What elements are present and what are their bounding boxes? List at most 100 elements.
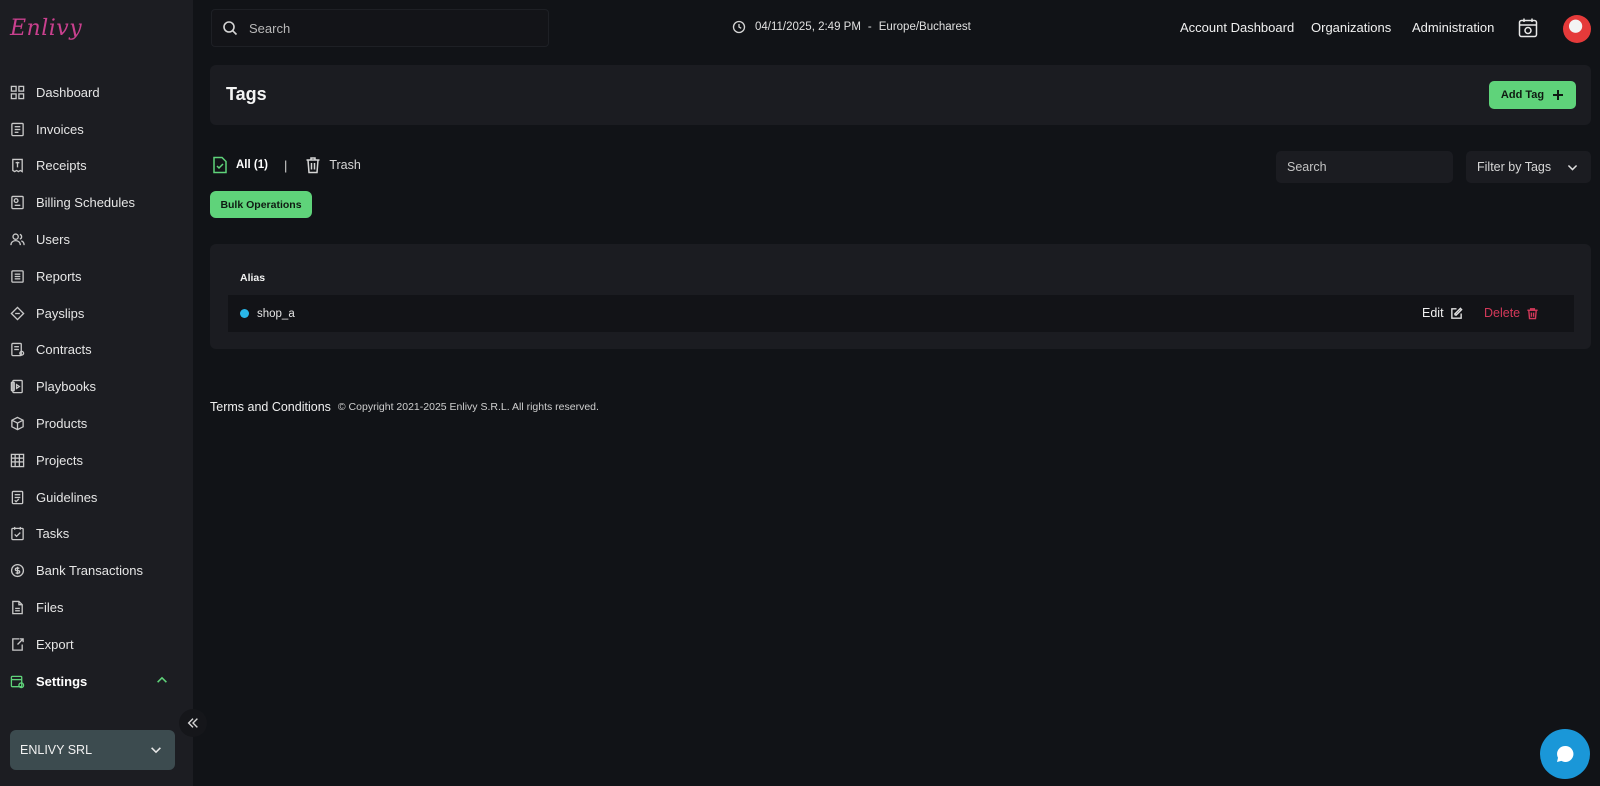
tag-color-dot: [240, 309, 249, 318]
copyright-text: © Copyright 2021-2025 Enlivy S.R.L. All …: [337, 401, 599, 413]
sidebar-item-label: Invoices: [36, 121, 84, 137]
export-icon: [9, 636, 25, 652]
tab-all[interactable]: All (1): [212, 156, 268, 174]
check-document-icon: [213, 156, 227, 174]
global-search[interactable]: [211, 9, 549, 47]
billing-schedule-icon: [9, 195, 25, 211]
sidebar-item-bank-transactions[interactable]: Bank Transactions: [0, 552, 193, 589]
tasks-icon: [9, 526, 25, 542]
clock-icon: [732, 20, 746, 34]
tab-trash-label: Trash: [329, 158, 361, 172]
trash-icon: [306, 157, 320, 174]
sidebar-item-label: Export: [36, 636, 74, 652]
sidebar-item-label: Reports: [36, 268, 82, 284]
sidebar-item-guidelines[interactable]: Guidelines: [0, 479, 193, 516]
tab-divider: |: [283, 157, 288, 173]
page-header: Tags Add Tag: [210, 65, 1591, 125]
sidebar-item-billing-schedules[interactable]: Billing Schedules: [0, 184, 193, 221]
delete-label: Delete: [1484, 306, 1521, 320]
settings-icon: [9, 673, 25, 689]
global-search-input[interactable]: [249, 20, 529, 36]
organizations-link[interactable]: Organizations: [1311, 20, 1391, 35]
sidebar-item-settings[interactable]: Settings: [0, 663, 193, 700]
sidebar-item-label: Tasks: [36, 526, 70, 542]
product-box-icon: [9, 416, 25, 432]
chevron-down-icon: [151, 747, 161, 754]
delete-tag-button[interactable]: Delete: [1484, 306, 1539, 320]
tags-search-input[interactable]: [1287, 160, 1437, 174]
bulk-operations-label: Bulk Operations: [220, 198, 302, 211]
sidebar-item-export[interactable]: Export: [0, 626, 193, 663]
sidebar-item-label: Files: [36, 600, 64, 616]
tab-trash[interactable]: Trash: [305, 156, 361, 174]
edit-tag-button[interactable]: Edit: [1422, 306, 1463, 320]
add-tag-label: Add Tag: [1500, 89, 1545, 101]
add-tag-button[interactable]: Add Tag: [1489, 81, 1576, 109]
sidebar-item-label: Dashboard: [36, 84, 100, 100]
status-tabs: All (1) | Trash: [212, 156, 361, 174]
sidebar-item-contracts[interactable]: Contracts: [0, 332, 193, 369]
plus-icon: [1553, 90, 1564, 100]
trash-icon: [1527, 307, 1538, 319]
organization-selector[interactable]: ENLIVY SRL: [10, 730, 175, 770]
sidebar-item-playbooks[interactable]: Playbooks: [0, 368, 193, 405]
calendar-icon[interactable]: [1517, 17, 1539, 39]
timezone-value: Europe/Bucharest: [878, 21, 971, 33]
sidebar-item-dashboard[interactable]: Dashboard: [0, 74, 193, 111]
enlivy-logo[interactable]: Enlivy: [10, 16, 82, 41]
sidebar-item-users[interactable]: Users: [0, 221, 193, 258]
account-dashboard-link[interactable]: Account Dashboard: [1180, 20, 1294, 35]
sidebar-item-label: Products: [36, 416, 88, 432]
sidebar-item-label: Settings: [36, 673, 88, 689]
users-icon: [9, 232, 25, 248]
page-title: Tags: [226, 84, 267, 104]
column-header-alias: Alias: [240, 272, 266, 284]
chevron-down-icon: [1567, 164, 1578, 171]
organization-name: ENLIVY SRL: [20, 743, 93, 757]
collapse-sidebar-button[interactable]: [179, 709, 207, 737]
search-icon: [223, 21, 238, 36]
sidebar-item-label: Payslips: [36, 305, 85, 321]
sidebar-item-products[interactable]: Products: [0, 405, 193, 442]
sidebar-item-receipts[interactable]: Receipts: [0, 148, 193, 185]
contract-icon: [9, 342, 25, 358]
user-avatar[interactable]: [1563, 15, 1591, 43]
sidebar-item-label: Billing Schedules: [36, 195, 136, 211]
sidebar-item-files[interactable]: Files: [0, 589, 193, 626]
sidebar-item-label: Playbooks: [36, 379, 96, 395]
file-icon: [9, 600, 25, 616]
tags-search[interactable]: [1276, 151, 1453, 183]
edit-label: Edit: [1422, 306, 1444, 320]
sidebar-item-label: Receipts: [36, 158, 87, 174]
receipt-icon: [9, 158, 25, 174]
sidebar-item-label: Bank Transactions: [36, 563, 143, 579]
sidebar-item-tasks[interactable]: Tasks: [0, 516, 193, 553]
bulk-operations-button[interactable]: Bulk Operations: [210, 191, 312, 218]
sidebar-item-label: Users: [36, 232, 70, 248]
filter-by-tags-label: Filter by Tags: [1477, 160, 1552, 174]
guidelines-icon: [9, 489, 25, 505]
reports-icon: [9, 268, 25, 284]
projects-icon: [9, 452, 25, 468]
administration-link[interactable]: Administration: [1412, 20, 1494, 35]
payslip-icon: [9, 305, 25, 321]
table-row[interactable]: shop_a Edit Delete: [228, 295, 1574, 332]
sidebar-item-label: Guidelines: [36, 489, 98, 505]
terms-and-conditions-link[interactable]: Terms and Conditions: [210, 400, 331, 414]
sidebar-item-reports[interactable]: Reports: [0, 258, 193, 295]
chevron-up-icon[interactable]: [155, 673, 169, 690]
current-datetime: 04/11/2025, 2:49 PM - Europe/Bucharest: [732, 20, 971, 34]
filter-by-tags-dropdown[interactable]: Filter by Tags: [1466, 151, 1591, 183]
chat-support-button[interactable]: [1540, 729, 1590, 779]
double-chevron-left-icon: [187, 718, 198, 728]
sidebar: Enlivy Dashboard Invoices Receipts Billi…: [0, 0, 193, 786]
sidebar-item-projects[interactable]: Projects: [0, 442, 193, 479]
sidebar-item-invoices[interactable]: Invoices: [0, 111, 193, 148]
datetime-value: 04/11/2025, 2:49 PM: [755, 21, 861, 33]
tag-alias: shop_a: [257, 307, 295, 320]
sidebar-item-payslips[interactable]: Payslips: [0, 295, 193, 332]
bank-transaction-icon: [9, 563, 25, 579]
sidebar-item-label: Projects: [36, 452, 83, 468]
tab-all-label: All (1): [236, 159, 268, 171]
invoice-icon: [9, 121, 25, 137]
